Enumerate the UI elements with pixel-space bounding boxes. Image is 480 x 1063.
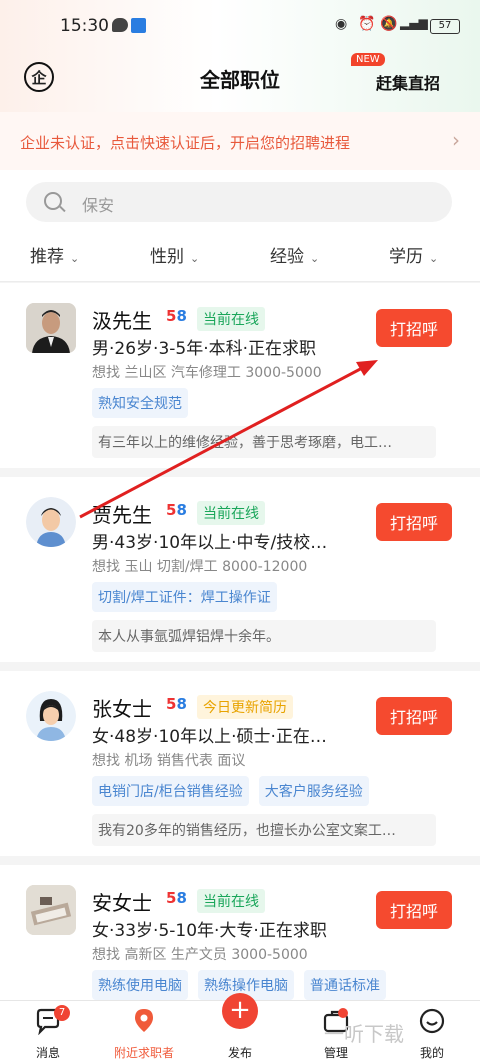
candidate-want: 想找 玉山 切割/焊工 8000-12000: [92, 559, 308, 575]
avatar: [26, 497, 76, 547]
status-badge: 当前在线: [197, 501, 265, 525]
eye-icon: ◉: [335, 16, 348, 32]
chevron-down-icon: ⌄: [70, 252, 80, 265]
candidate-name: 贾先生: [92, 503, 152, 527]
signal-icon: ▂▄▆: [400, 16, 428, 30]
avatar: [26, 303, 76, 353]
alarm-icon: ⏰: [358, 16, 376, 32]
badge-58-icon: 58: [166, 695, 187, 713]
candidate-card[interactable]: 张女士 58 今日更新简历 女·48岁·10年以上·硕士·正在… 想找 机场 销…: [0, 671, 480, 856]
filter-gender[interactable]: 性别 ⌄: [150, 242, 199, 267]
mute-icon: 🔕: [380, 16, 398, 32]
verification-banner[interactable]: 企业未认证，点击快速认证后，开启您的招聘进程 ›: [0, 112, 480, 170]
badge-58-icon: 58: [166, 307, 187, 325]
skill-tag: 切割/焊工证件：焊工操作证: [92, 582, 277, 612]
status-badge: 当前在线: [197, 889, 265, 913]
skill-tag: 熟练使用电脑: [92, 970, 188, 1000]
candidate-name: 张女士: [92, 697, 152, 721]
candidate-name: 安女士: [92, 891, 152, 915]
candidate-description: 有三年以上的维修经验，善于思考琢磨，电工…: [92, 426, 436, 458]
filter-experience[interactable]: 经验 ⌄: [270, 242, 319, 267]
skill-tags: 电销门店/柜台销售经验 大客户服务经验: [92, 776, 369, 806]
plus-icon: +: [222, 993, 258, 1029]
status-time: 15:30: [60, 16, 109, 36]
candidate-description: 我有20多年的销售经历，也擅长办公室文案工…: [92, 814, 436, 846]
greet-button[interactable]: 打招呼: [376, 309, 452, 347]
avatar: [26, 885, 76, 935]
filter-bar: 推荐 ⌄ 性别 ⌄ 经验 ⌄ 学历 ⌄: [0, 230, 480, 282]
status-bar: 15:30 ◉ ⏰ 🔕 ▂▄▆ 57: [0, 0, 480, 50]
candidate-want: 想找 机场 销售代表 面议: [92, 753, 246, 769]
chevron-down-icon: ⌄: [190, 252, 200, 265]
candidate-description: 本人从事氩弧焊铝焊十余年。: [92, 620, 436, 652]
avatar: [26, 691, 76, 741]
filter-recommend[interactable]: 推荐 ⌄: [30, 242, 79, 267]
status-badge: 当前在线: [197, 307, 265, 331]
banner-text: 企业未认证，点击快速认证后，开启您的招聘进程: [20, 134, 351, 152]
badge-58-icon: 58: [166, 889, 187, 907]
candidate-want: 想找 兰山区 汽车修理工 3000-5000: [92, 365, 322, 381]
candidate-card[interactable]: 贾先生 58 当前在线 男·43岁·10年以上·中专/技校… 想找 玉山 切割/…: [0, 477, 480, 662]
candidate-want: 想找 高新区 生产文员 3000-5000: [92, 947, 308, 963]
battery-indicator: 57: [430, 19, 460, 34]
unread-badge: 7: [54, 1005, 70, 1021]
filter-education[interactable]: 学历 ⌄: [389, 242, 438, 267]
bottom-tab-bar: 7 消息 附近求职者 + 发布 管理 我的: [0, 993, 480, 1063]
greet-button[interactable]: 打招呼: [376, 891, 452, 929]
tab-label: 消息: [35, 1046, 60, 1060]
ganji-direct-link[interactable]: 赶集直招: [376, 70, 440, 94]
candidate-info: 女·48岁·10年以上·硕士·正在…: [92, 727, 327, 747]
candidate-info: 女·33岁·5-10年·大专·正在求职: [92, 921, 327, 941]
app-icon: [131, 18, 146, 33]
greet-button[interactable]: 打招呼: [376, 503, 452, 541]
location-pin-icon: [135, 1009, 153, 1032]
profile-icon: [419, 1008, 445, 1034]
search-icon: [44, 192, 62, 210]
tab-label: 附近求职者: [113, 1046, 174, 1060]
skill-tags: 熟知安全规范: [92, 388, 188, 418]
skill-tag: 熟知安全规范: [92, 388, 188, 418]
top-header: 15:30 ◉ ⏰ 🔕 ▂▄▆ 57 企 全部职位 NEW 赶集直招: [0, 0, 480, 112]
new-badge: NEW: [351, 53, 385, 66]
candidate-info: 男·26岁·3-5年·本科·正在求职: [92, 339, 317, 359]
watermark: 一听下载: [324, 1022, 404, 1046]
tab-publish[interactable]: + 发布: [192, 993, 288, 1063]
tab-messages[interactable]: 7 消息: [0, 1001, 96, 1063]
candidate-card[interactable]: 汲先生 58 当前在线 男·26岁·3-5年·本科·正在求职 想找 兰山区 汽车…: [0, 283, 480, 468]
chevron-down-icon: ⌄: [310, 252, 320, 265]
wechat-icon: [112, 18, 128, 32]
chevron-right-icon: ›: [452, 128, 460, 152]
skill-tag: 大客户服务经验: [258, 776, 369, 806]
search-area: 保安: [0, 170, 480, 230]
greet-button[interactable]: 打招呼: [376, 697, 452, 735]
skill-tag: 电销门店/柜台销售经验: [92, 776, 249, 806]
badge-58-icon: 58: [166, 501, 187, 519]
skill-tag: 普通话标准: [304, 970, 386, 1000]
search-input[interactable]: 保安: [26, 182, 452, 222]
candidate-name: 汲先生: [92, 309, 152, 333]
chevron-down-icon: ⌄: [429, 252, 439, 265]
tab-nearby-seekers[interactable]: 附近求职者: [96, 1001, 192, 1063]
search-placeholder: 保安: [82, 196, 115, 215]
skill-tags: 切割/焊工证件：焊工操作证: [92, 582, 277, 612]
status-badge: 今日更新简历: [197, 695, 293, 719]
candidate-info: 男·43岁·10年以上·中专/技校…: [92, 533, 328, 553]
tab-label: 发布: [227, 1046, 252, 1060]
